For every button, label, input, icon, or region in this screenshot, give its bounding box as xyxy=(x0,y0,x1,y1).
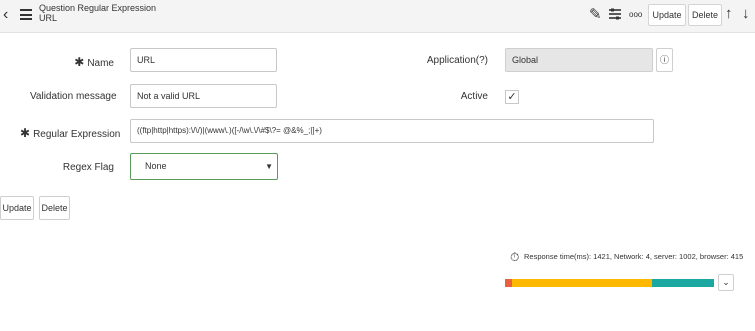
header-update-button[interactable]: Update xyxy=(648,4,686,26)
regex-flag-select[interactable]: None ▼ xyxy=(130,153,278,180)
name-input[interactable]: URL xyxy=(130,48,277,72)
regex-flag-selected-value: None xyxy=(145,161,167,171)
settings-sliders-icon[interactable] xyxy=(608,6,621,25)
header-delete-button[interactable]: Delete xyxy=(688,4,722,26)
application-info-button[interactable]: ⓘ xyxy=(656,48,673,72)
previous-record-arrow-up-icon[interactable]: ↑ xyxy=(725,5,733,22)
response-bar-server-segment xyxy=(512,279,652,287)
back-chevron-icon[interactable]: ‹ xyxy=(3,6,8,24)
help-icon[interactable]: (?) xyxy=(476,55,488,66)
validation-message-input[interactable]: Not a valid URL xyxy=(130,84,277,108)
attachment-paperclip-icon[interactable]: ✎ xyxy=(589,5,602,23)
delete-button[interactable]: Delete xyxy=(39,196,70,220)
more-options-icon[interactable]: ooo xyxy=(629,10,642,19)
required-asterisk-icon: ✱ xyxy=(74,55,85,69)
update-button[interactable]: Update xyxy=(0,196,34,220)
regex-flag-label: Regex Flag xyxy=(62,162,114,173)
response-expand-chevron-icon[interactable]: ⌄ xyxy=(718,274,734,291)
response-bar-network-segment xyxy=(505,279,512,287)
response-time-text: Response time(ms): 1421, Network: 4, ser… xyxy=(524,252,744,261)
validation-message-label: Validation message xyxy=(30,91,117,102)
timer-icon: ⏱ xyxy=(510,250,520,264)
regular-expression-input[interactable]: ((ftp|http|https):\/\/)|(www\.)([-/\w\.\… xyxy=(130,119,654,143)
record-name-subtitle: URL xyxy=(39,13,58,23)
form-header: ‹ Question Regular Expression URL ✎ ooo … xyxy=(0,0,755,33)
regular-expression-label: ✱ Regular Expression xyxy=(20,126,121,140)
response-bar-browser-segment xyxy=(652,279,714,287)
next-record-arrow-down-icon[interactable]: ↓ xyxy=(742,5,750,22)
name-label: ✱ Name xyxy=(74,55,114,69)
required-asterisk-icon: ✱ xyxy=(20,126,31,140)
record-type-title: Question Regular Expression xyxy=(39,3,157,13)
application-label: Application(?) xyxy=(426,55,488,66)
active-label: Active xyxy=(460,91,488,102)
application-field: Global xyxy=(505,48,653,72)
hamburger-menu-icon[interactable] xyxy=(20,9,32,20)
dropdown-caret-icon: ▼ xyxy=(265,162,273,171)
active-checkbox[interactable]: ✓ xyxy=(505,90,519,104)
